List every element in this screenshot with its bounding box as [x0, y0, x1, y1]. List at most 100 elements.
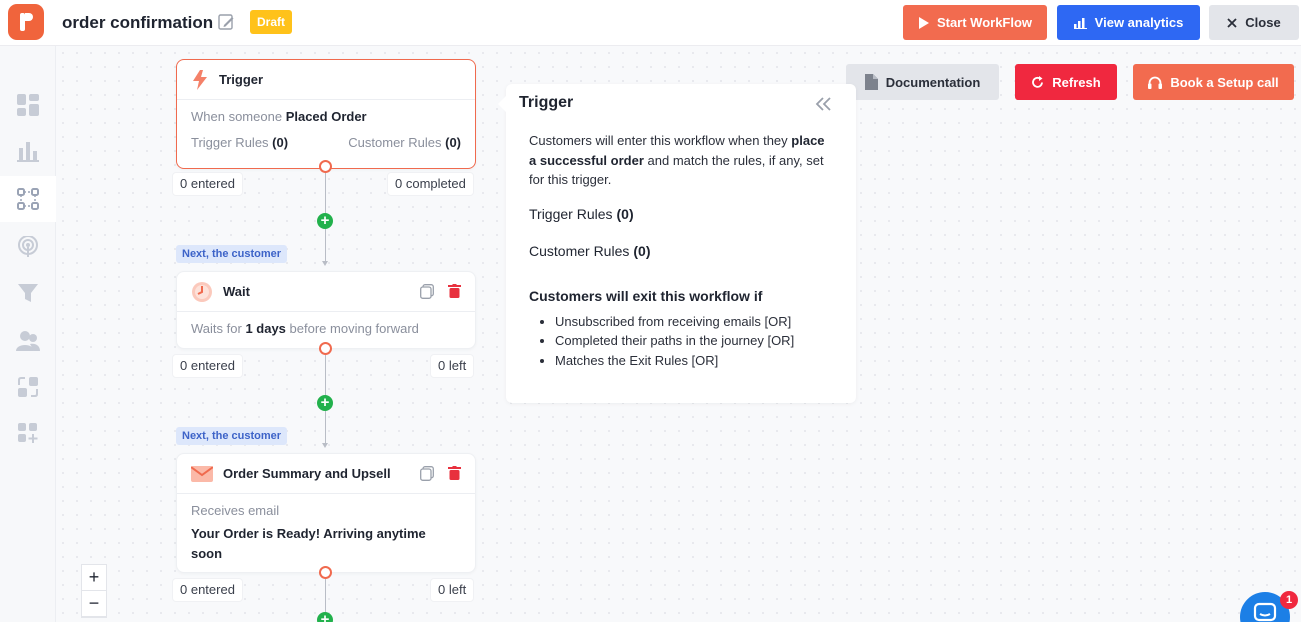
- next-customer-label: Next, the customer: [176, 245, 288, 263]
- edit-title-icon[interactable]: [216, 12, 236, 32]
- add-widget-icon: [18, 423, 38, 443]
- trigger-node-title: Trigger: [219, 72, 264, 87]
- app-logo[interactable]: [8, 4, 44, 40]
- delete-icon[interactable]: [448, 284, 461, 298]
- panel-description: Customers will enter this workflow when …: [529, 131, 834, 190]
- bar-chart-icon: [17, 142, 39, 162]
- wait-node-header: Wait: [177, 272, 475, 312]
- book-setup-label: Book a Setup call: [1170, 74, 1279, 90]
- sidebar-item-audience[interactable]: [0, 318, 56, 364]
- trigger-bolt-icon: [193, 69, 207, 90]
- sidebar-item-broadcast[interactable]: [0, 224, 56, 270]
- add-step-button[interactable]: +: [317, 395, 333, 411]
- sidebar-item-funnel[interactable]: [0, 270, 56, 316]
- sidebar-item-analytics[interactable]: [0, 128, 56, 174]
- panel-trigger-rules[interactable]: Trigger Rules (0): [529, 206, 634, 222]
- wait-left-count: 0 left: [431, 355, 474, 377]
- trigger-description: When someone Placed Order: [191, 109, 461, 124]
- email-desc-label: Receives email: [191, 503, 280, 518]
- delete-icon[interactable]: [448, 466, 461, 480]
- add-step-button[interactable]: +: [317, 213, 333, 229]
- close-label: Close: [1245, 15, 1281, 30]
- refresh-button[interactable]: Refresh: [1015, 64, 1117, 100]
- add-step-button[interactable]: +: [317, 612, 333, 622]
- email-node-title: Order Summary and Upsell: [223, 466, 391, 481]
- start-workflow-button[interactable]: Start WorkFlow: [903, 5, 1047, 40]
- book-setup-call-button[interactable]: Book a Setup call: [1133, 64, 1294, 100]
- email-output-port[interactable]: [319, 566, 332, 579]
- sidebar-item-dashboard[interactable]: [0, 82, 56, 128]
- dashboard-icon: [17, 94, 39, 116]
- trigger-node-header: Trigger: [177, 60, 475, 100]
- trigger-rules[interactable]: Trigger Rules (0): [191, 135, 288, 150]
- zoom-in-button[interactable]: +: [82, 565, 106, 591]
- exit-condition-item: Unsubscribed from receiving emails [OR]: [555, 312, 815, 331]
- wait-output-port[interactable]: [319, 342, 332, 355]
- document-icon: [864, 74, 878, 90]
- trigger-completed-count: 0 completed: [388, 173, 473, 195]
- play-icon: [918, 16, 929, 29]
- panel-customer-rules-label: Customer Rules: [529, 243, 630, 259]
- documentation-button[interactable]: Documentation: [846, 64, 999, 100]
- email-icon: [191, 465, 213, 482]
- wait-duration: 1 days: [245, 321, 286, 336]
- close-button[interactable]: Close: [1209, 5, 1299, 40]
- panel-customer-rules-count: (0): [633, 243, 651, 259]
- panel-desc-part1: Customers will enter this workflow when …: [529, 133, 788, 148]
- trigger-rules-row: Trigger Rules (0) Customer Rules (0): [191, 135, 461, 150]
- email-left-count: 0 left: [431, 579, 474, 601]
- trigger-rules-label: Trigger Rules: [191, 135, 269, 150]
- sync-icon: [18, 377, 38, 397]
- close-icon: [1227, 17, 1237, 28]
- copy-icon[interactable]: [420, 284, 434, 299]
- sidebar-item-workflows[interactable]: [0, 176, 56, 222]
- zoom-controls: + −: [81, 564, 107, 618]
- panel-trigger-rules-count: (0): [616, 206, 634, 222]
- trigger-entered-count: 0 entered: [173, 173, 242, 195]
- email-node-header: Order Summary and Upsell: [177, 454, 475, 494]
- trigger-details-panel: Trigger Customers will enter this workfl…: [498, 84, 856, 403]
- trigger-node-body: When someone Placed Order Trigger Rules …: [177, 100, 475, 159]
- exit-condition-item: Completed their paths in the journey [OR…: [555, 331, 815, 350]
- clock-icon: [192, 281, 212, 302]
- trigger-output-port[interactable]: [319, 160, 332, 173]
- zoom-out-button[interactable]: −: [82, 591, 106, 617]
- sidebar-item-add-widget[interactable]: [0, 410, 56, 456]
- wait-desc-prefix: Waits for: [191, 321, 242, 336]
- view-analytics-button[interactable]: View analytics: [1057, 5, 1200, 40]
- customer-rules[interactable]: Customer Rules (0): [348, 135, 461, 150]
- broadcast-icon: [18, 236, 38, 257]
- sidebar: [0, 46, 56, 622]
- arrow-head: [322, 443, 328, 448]
- collapse-panel-icon[interactable]: [814, 94, 834, 114]
- exit-conditions-list: Unsubscribed from receiving emails [OR] …: [555, 312, 815, 370]
- refresh-label: Refresh: [1052, 74, 1101, 90]
- panel-customer-rules[interactable]: Customer Rules (0): [529, 243, 651, 259]
- users-icon: [16, 331, 40, 351]
- arrow-head: [322, 261, 328, 266]
- next-customer-label: Next, the customer: [176, 427, 288, 445]
- copy-icon[interactable]: [420, 466, 434, 481]
- email-node[interactable]: Order Summary and Upsell Receives email …: [176, 453, 476, 573]
- trigger-desc-prefix: When someone: [191, 109, 283, 124]
- trigger-rules-count: (0): [272, 135, 289, 150]
- wait-node-actions: [420, 284, 461, 299]
- sidebar-item-sync[interactable]: [0, 364, 56, 410]
- customer-rules-label: Customer Rules: [348, 135, 442, 150]
- exit-conditions-title: Customers will exit this workflow if: [529, 288, 763, 304]
- panel-title: Trigger: [519, 94, 574, 111]
- exit-condition-item: Matches the Exit Rules [OR]: [555, 351, 815, 370]
- email-entered-count: 0 entered: [173, 579, 242, 601]
- wait-entered-count: 0 entered: [173, 355, 242, 377]
- email-node-actions: [420, 466, 461, 481]
- trigger-event: Placed Order: [285, 109, 367, 124]
- email-node-body: Receives email Your Order is Ready! Arri…: [177, 494, 475, 573]
- panel-trigger-rules-label: Trigger Rules: [529, 206, 613, 222]
- workflow-icon: [17, 188, 39, 210]
- wait-node[interactable]: Wait Waits for 1 days before moving forw…: [176, 271, 476, 349]
- start-workflow-label: Start WorkFlow: [936, 15, 1033, 30]
- headphones-icon: [1148, 76, 1163, 89]
- trigger-node[interactable]: Trigger When someone Placed Order Trigge…: [176, 59, 476, 169]
- chat-notification-badge: 1: [1280, 591, 1298, 609]
- email-subject: Your Order is Ready! Arriving anytime so…: [191, 526, 426, 561]
